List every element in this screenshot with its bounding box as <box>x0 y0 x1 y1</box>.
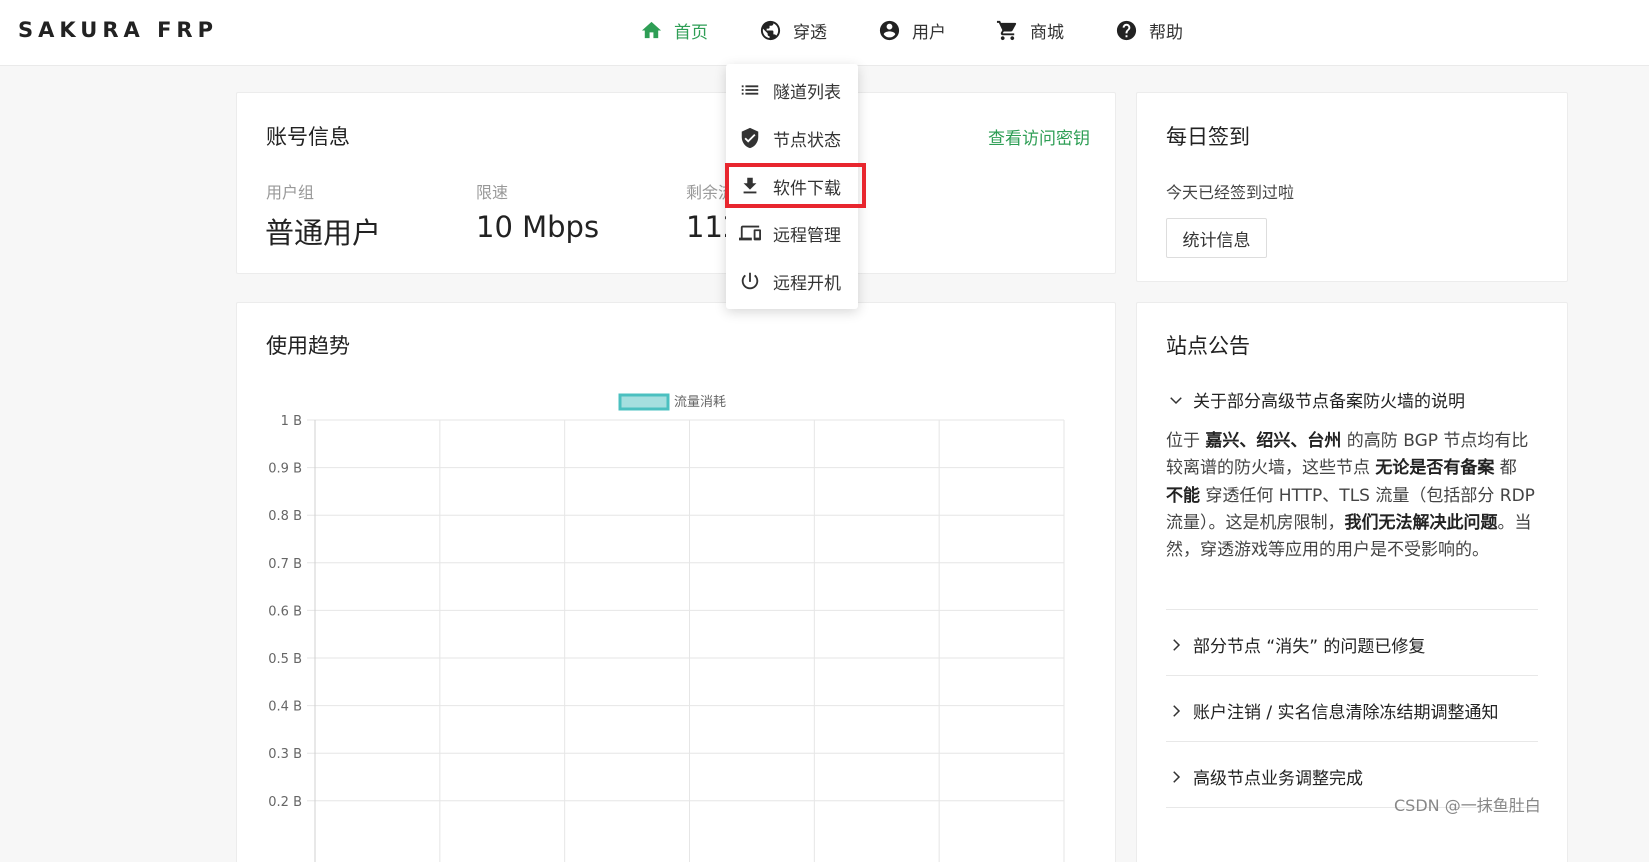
speed-limit-label: 限速 <box>476 183 509 202</box>
y-tick-label: 0.9 B <box>268 462 302 477</box>
nav-home[interactable]: 首页 <box>640 14 708 46</box>
account-info-card: 账号信息 查看访问密钥 用户组 普通用户 限速 10 Mbps 剩余流 112 <box>236 92 1116 274</box>
menu-item-tunnel-list[interactable]: 隧道列表 <box>726 70 858 110</box>
menu-item-label: 远程开机 <box>773 273 841 294</box>
nav-home-label: 首页 <box>674 22 708 43</box>
chevron-right-icon <box>1173 704 1181 717</box>
account-circle-icon <box>879 20 900 40</box>
y-tick-label: 0.5 B <box>268 652 302 667</box>
globe-icon <box>760 20 781 40</box>
announcement-divider <box>1166 609 1538 610</box>
help-circle-icon <box>1116 20 1137 40</box>
speed-limit-value: 10 Mbps <box>476 210 600 244</box>
home-icon <box>641 21 662 38</box>
chevron-right-icon <box>1173 638 1181 651</box>
nav-help[interactable]: 帮助 <box>1115 14 1183 46</box>
ann-body-bold: 不能 <box>1166 485 1200 506</box>
top-navbar: SAKURA FRP 首页 穿透 用户 商城 帮助 <box>0 0 1649 66</box>
account-card-title: 账号信息 <box>266 125 350 149</box>
chevron-down-icon <box>1170 396 1182 404</box>
shield-check-icon <box>741 127 759 149</box>
view-access-key-link[interactable]: 查看访问密钥 <box>988 124 1090 149</box>
chevron-right-icon <box>1173 770 1181 783</box>
announcement-item-4-header[interactable]: 高级节点业务调整完成 <box>1167 764 1363 789</box>
nav-help-label: 帮助 <box>1149 22 1183 43</box>
legend-label: 流量消耗 <box>674 395 726 410</box>
announcement-item-3-title: 账户注销 / 实名信息清除冻结期调整通知 <box>1193 703 1499 723</box>
brand-logo[interactable]: SAKURA FRP <box>18 18 218 42</box>
announcements-title: 站点公告 <box>1166 334 1250 358</box>
cart-icon <box>996 20 1017 40</box>
user-group-value: 普通用户 <box>265 216 382 250</box>
ann-body-text: 位于 <box>1166 431 1206 451</box>
daily-checkin-card: 每日签到 今天已经签到过啦 统计信息 <box>1136 92 1568 282</box>
nav-tunnel[interactable]: 穿透 <box>759 14 827 46</box>
menu-item-label: 节点状态 <box>773 130 841 151</box>
stats-info-button[interactable]: 统计信息 <box>1166 218 1267 258</box>
menu-item-remote-poweron[interactable]: 远程开机 <box>726 261 858 301</box>
menu-item-node-status[interactable]: 节点状态 <box>726 118 858 158</box>
y-tick-label: 0.6 B <box>268 604 302 619</box>
download-highlight-box <box>725 163 866 208</box>
announcement-divider <box>1166 675 1538 676</box>
y-tick-label: 0.8 B <box>268 509 302 524</box>
ann-body-bold: 我们无法解决此问题 <box>1344 512 1498 533</box>
power-icon <box>741 272 759 290</box>
devices-icon <box>739 225 761 241</box>
checkin-status-text: 今天已经签到过啦 <box>1166 183 1295 202</box>
legend-swatch <box>618 393 670 411</box>
ann-body-text: 都 <box>1494 458 1517 479</box>
y-tick-label: 0.4 B <box>268 700 302 715</box>
y-tick-label: 0.2 B <box>268 795 302 810</box>
y-tick-label: 0.3 B <box>268 747 302 762</box>
y-tick-label: 1 B <box>281 414 302 429</box>
nav-tunnel-label: 穿透 <box>793 22 827 43</box>
announcement-item-3-header[interactable]: 账户注销 / 实名信息清除冻结期调整通知 <box>1167 698 1499 723</box>
checkin-card-title: 每日签到 <box>1166 125 1250 149</box>
announcement-item-4-title: 高级节点业务调整完成 <box>1193 769 1363 789</box>
announcement-item-1-body: 位于 嘉兴、绍兴、台州 的高防 BGP 节点均有比较离谱的防火墙，这些节点 无论… <box>1166 428 1536 564</box>
y-tick-label: 0.7 B <box>268 557 302 572</box>
nav-shop[interactable]: 商城 <box>996 14 1064 46</box>
announcement-item-2-title: 部分节点 “消失” 的问题已修复 <box>1193 637 1426 657</box>
nav-shop-label: 商城 <box>1030 22 1064 43</box>
usage-trend-chart: 1 B 0.9 B 0.8 B 0.7 B 0.6 B 0.5 B 0.4 B 0.3 B 0.… <box>268 393 1065 862</box>
ann-body-bold: 嘉兴、绍兴、台州 <box>1205 431 1342 451</box>
user-group-label: 用户组 <box>266 183 315 202</box>
announcement-item-2-header[interactable]: 部分节点 “消失” 的问题已修复 <box>1167 632 1425 657</box>
menu-item-remote-manage[interactable]: 远程管理 <box>726 213 858 253</box>
announcement-divider <box>1166 741 1538 742</box>
list-icon <box>741 85 759 95</box>
csdn-watermark: CSDN @一抹鱼肚白 <box>1394 796 1541 815</box>
ann-body-bold: 无论是否有备案 <box>1375 458 1495 479</box>
announcement-item-1-title: 关于部分高级节点备案防火墙的说明 <box>1193 392 1465 412</box>
nav-user[interactable]: 用户 <box>878 14 946 46</box>
announcement-item-1-header[interactable]: 关于部分高级节点备案防火墙的说明 <box>1167 387 1465 412</box>
nav-user-label: 用户 <box>912 22 946 43</box>
menu-item-label: 远程管理 <box>773 225 841 246</box>
menu-item-label: 隧道列表 <box>773 82 841 103</box>
